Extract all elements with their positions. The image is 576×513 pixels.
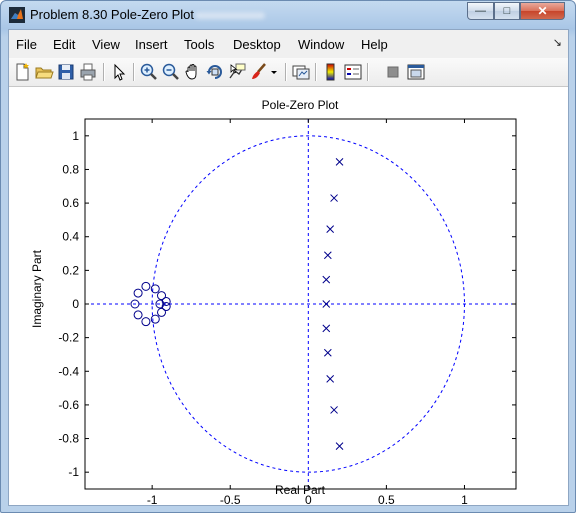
menu-tools[interactable]: Tools [184, 37, 214, 52]
save-icon[interactable] [56, 62, 76, 82]
pan-hand-icon[interactable] [183, 62, 203, 82]
hide-plot-tools-icon[interactable] [383, 62, 403, 82]
y-tick-label: 0.2 [62, 263, 79, 277]
brush-icon[interactable] [249, 62, 269, 82]
y-tick-label: 0 [72, 297, 79, 311]
minimize-button[interactable]: — [467, 2, 494, 20]
y-tick-label: 0.4 [62, 230, 79, 244]
y-tick-label: 0.6 [62, 196, 79, 210]
zoom-out-icon[interactable] [161, 62, 181, 82]
x-axis-label: Real Part [275, 483, 326, 497]
toolbar-separator [103, 63, 105, 81]
colorbar-icon[interactable] [321, 62, 341, 82]
x-tick-label: -1 [147, 493, 158, 505]
brush-dropdown-icon[interactable] [269, 62, 279, 82]
x-tick-label: -0.5 [220, 493, 241, 505]
link-plot-icon[interactable] [291, 62, 311, 82]
figure-window: Problem 8.30 Pole-Zero Plot — □ ✕ File E… [0, 0, 576, 513]
y-tick-label: 0.8 [62, 162, 79, 176]
x-tick-label: 0.5 [378, 493, 395, 505]
menu-bar: File Edit View Insert Tools Desktop Wind… [9, 30, 568, 59]
y-tick-label: -0.8 [58, 432, 79, 446]
maximize-button[interactable]: □ [494, 2, 520, 20]
y-tick-label: -0.4 [58, 364, 79, 378]
data-cursor-icon[interactable] [227, 62, 247, 82]
y-tick-label: -0.6 [58, 398, 79, 412]
rotate-3d-icon[interactable] [205, 62, 225, 82]
window-title: Problem 8.30 Pole-Zero Plot [30, 7, 195, 22]
print-icon[interactable] [78, 62, 98, 82]
y-axis-label: Imaginary Part [30, 249, 44, 328]
menu-edit[interactable]: Edit [53, 37, 75, 52]
menu-view[interactable]: View [92, 37, 120, 52]
blurred-title-suffix [195, 12, 265, 19]
matlab-logo-icon [9, 7, 25, 23]
toolbar-separator [285, 63, 287, 81]
figure-toolbar [9, 58, 568, 87]
open-file-icon[interactable] [34, 62, 54, 82]
menu-insert[interactable]: Insert [135, 37, 168, 52]
zoom-in-icon[interactable] [139, 62, 159, 82]
menu-window[interactable]: Window [298, 37, 344, 52]
y-tick-label: 1 [72, 129, 79, 143]
edit-plot-arrow-icon[interactable] [109, 62, 129, 82]
figure-canvas: Pole-Zero Plot -1 -0.5 0 0.5 1 -1 -0.8 -0.6 -0.4… [9, 87, 568, 507]
toolbar-separator [367, 63, 369, 81]
plot-title: Pole-Zero Plot [262, 98, 339, 112]
pole-zero-plot[interactable]: Pole-Zero Plot -1 -0.5 0 0.5 1 -1 -0.8 -0.6 -0.4… [9, 87, 568, 507]
menu-help[interactable]: Help [361, 37, 388, 52]
menu-desktop[interactable]: Desktop [233, 37, 281, 52]
toolbar-separator [315, 63, 317, 81]
x-tick-label: 1 [461, 493, 468, 505]
window-client-area: File Edit View Insert Tools Desktop Wind… [8, 29, 569, 507]
close-button[interactable]: ✕ [520, 2, 565, 20]
menu-file[interactable]: File [16, 37, 37, 52]
legend-icon[interactable] [343, 62, 363, 82]
title-bar[interactable]: Problem 8.30 Pole-Zero Plot — □ ✕ [1, 1, 575, 29]
y-tick-label: -0.2 [58, 331, 79, 345]
dock-arrow-icon[interactable]: ↘ [553, 36, 562, 49]
new-figure-icon[interactable] [12, 62, 32, 82]
show-plot-tools-icon[interactable] [406, 62, 426, 82]
y-tick-label: -1 [68, 465, 79, 479]
toolbar-separator [133, 63, 135, 81]
